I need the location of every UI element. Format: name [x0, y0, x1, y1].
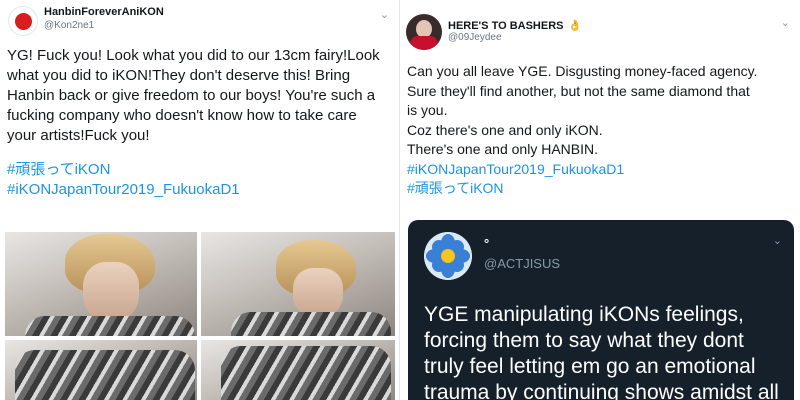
- user-handle[interactable]: @ACTJISUS: [484, 256, 560, 271]
- tweet-line: Can you all leave YGE. Disgusting money-…: [407, 63, 758, 79]
- display-name[interactable]: HanbinForeverAniKON: [44, 6, 164, 18]
- tweet-line: fucking company who doesn't know how to …: [7, 107, 357, 124]
- ok-hand-icon: 👌: [567, 20, 582, 32]
- quoted-line: forcing them to say what they dont: [424, 329, 744, 352]
- chevron-down-icon[interactable]: ⌄: [781, 16, 790, 29]
- tweet-line: Coz there's one and only iKON.: [407, 121, 603, 138]
- tweet-photo-2[interactable]: [201, 232, 395, 336]
- tweet-body: YG! Fuck you! Look what you did to our 1…: [7, 46, 380, 200]
- tweet-line: Hanbin back or give freedom to our boys!…: [7, 87, 376, 104]
- tweet-line: what you did to iKON!They don't deserve …: [7, 67, 351, 84]
- chevron-down-icon[interactable]: ⌄: [380, 8, 389, 21]
- tweet-line: Sure they'll find another, but not the s…: [407, 82, 750, 99]
- user-handle[interactable]: @Kon2ne1: [44, 20, 94, 31]
- tweet-line: YG! Fuck you! Look what you did to our 1…: [7, 47, 380, 64]
- tweet-line: is you.: [407, 102, 448, 118]
- avatar[interactable]: [406, 14, 442, 50]
- hashtag-link[interactable]: #頑張ってiKON: [7, 160, 380, 180]
- user-handle[interactable]: @09Jeydee: [448, 32, 502, 43]
- avatar[interactable]: [8, 6, 38, 36]
- avatar-red-circle: [15, 13, 32, 30]
- flower-icon[interactable]: [424, 232, 472, 280]
- tweet-photo-3[interactable]: [5, 340, 197, 400]
- display-name: HERE'S TO BASHERS: [448, 20, 564, 32]
- tweet-left: HanbinForeverAniKON @Kon2ne1 ⌄ YG! Fuck …: [0, 0, 400, 400]
- hashtag-link[interactable]: #頑張ってiKON: [407, 179, 757, 199]
- quoted-line: trauma by continuing shows amidst all: [424, 381, 779, 400]
- avatar-shirt: [410, 36, 438, 50]
- tweet-photo-4[interactable]: [201, 340, 395, 400]
- hashtag-link[interactable]: #iKONJapanTour2019_FukuokaD1: [407, 160, 757, 180]
- tweet-line: There's one and only HANBIN.: [407, 141, 598, 157]
- tweet-line: your artists!Fuck you!: [7, 127, 150, 144]
- quoted-line: YGE manipulating iKONs feelings,: [424, 303, 744, 326]
- quoted-line: truly feel letting em go an emotional: [424, 355, 756, 378]
- quoted-tweet-card[interactable]: ° @ACTJISUS ⌄ YGE manipulating iKONs fee…: [408, 220, 794, 400]
- display-name[interactable]: °: [484, 236, 489, 251]
- tweet-body: Can you all leave YGE. Disgusting money-…: [407, 62, 757, 199]
- tweet-photo-1[interactable]: [5, 232, 197, 336]
- hashtag-link[interactable]: #iKONJapanTour2019_FukuokaD1: [7, 180, 380, 200]
- quoted-tweet-body: YGE manipulating iKONs feelings, forcing…: [424, 302, 779, 400]
- chevron-down-icon[interactable]: ⌄: [773, 234, 782, 247]
